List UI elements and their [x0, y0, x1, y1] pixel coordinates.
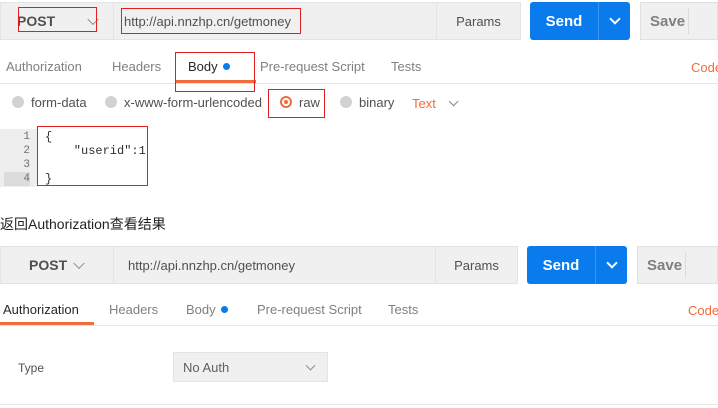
- tab-label: Tests: [388, 301, 419, 317]
- line-number: 1: [23, 131, 30, 143]
- method-label: POST: [29, 257, 68, 273]
- tab-tests[interactable]: Tests: [391, 58, 421, 74]
- code-link-bottom[interactable]: Code: [688, 303, 718, 318]
- send-label: Send: [542, 256, 580, 274]
- code-link[interactable]: Code: [691, 60, 718, 75]
- line-number: 2: [23, 145, 30, 157]
- tab-label: Tests: [391, 58, 422, 74]
- save-button-bottom[interactable]: Save: [637, 246, 718, 284]
- send-label: Send: [545, 12, 583, 30]
- save-divider: [688, 8, 689, 34]
- tabs-divider: [0, 83, 718, 84]
- chevron-down-icon: [73, 257, 85, 270]
- line-number: 3: [23, 159, 30, 171]
- chevron-down-icon: [305, 360, 316, 371]
- annotation-box-raw: [268, 89, 325, 118]
- radio-x-www-form-urlencoded[interactable]: x-www-form-urlencoded: [105, 94, 262, 110]
- send-dropdown-bottom[interactable]: [595, 246, 627, 284]
- tab-label: Authorization: [6, 58, 82, 74]
- tab-authorization[interactable]: Authorization: [6, 58, 82, 74]
- caption-text: 返回Authorization查看结果: [0, 216, 166, 232]
- auth-type-value: No Auth: [183, 359, 230, 375]
- tab-pre-request-script[interactable]: Pre-request Script: [260, 58, 365, 74]
- line-number: 4: [4, 172, 30, 186]
- tab-body-bottom[interactable]: Body: [186, 301, 228, 317]
- radio-label: form-data: [31, 94, 87, 110]
- send-dropdown[interactable]: [598, 2, 630, 40]
- radio-binary[interactable]: binary: [340, 94, 394, 110]
- params-button-bottom[interactable]: Params: [436, 246, 518, 284]
- radio-icon: [12, 96, 24, 108]
- save-label: Save: [647, 256, 683, 274]
- auth-type-select[interactable]: No Auth: [173, 352, 328, 382]
- tab-headers[interactable]: Headers: [112, 58, 161, 74]
- save-divider: [685, 252, 686, 278]
- send-button[interactable]: Send: [530, 2, 598, 40]
- radio-icon: [105, 96, 117, 108]
- radio-icon: [340, 96, 352, 108]
- params-label: Params: [456, 13, 501, 29]
- tabs-divider: [0, 325, 718, 326]
- tab-authorization-bottom[interactable]: Authorization: [3, 301, 79, 317]
- method-select-bottom[interactable]: POST: [0, 246, 113, 284]
- radio-label: binary: [359, 94, 395, 110]
- save-label: Save: [650, 12, 686, 30]
- annotation-box-url: [121, 8, 301, 34]
- annotation-box-body: [37, 126, 148, 186]
- content-type-label: Text: [412, 95, 436, 111]
- params-label: Params: [454, 257, 499, 273]
- content-type-select[interactable]: Text: [412, 95, 459, 111]
- radio-form-data[interactable]: form-data: [12, 94, 87, 110]
- annotation-box-method: [18, 7, 97, 32]
- editor-line-numbers: 1 2 3 4: [4, 130, 30, 186]
- radio-label: x-www-form-urlencoded: [124, 94, 262, 110]
- chevron-down-icon: [605, 257, 618, 269]
- send-button-bottom[interactable]: Send: [527, 246, 595, 284]
- tab-tests-bottom[interactable]: Tests: [388, 301, 418, 317]
- tab-label: Authorization: [3, 301, 79, 317]
- tab-label: Body: [186, 301, 216, 317]
- url-input-bottom[interactable]: http://api.nnzhp.cn/getmoney: [113, 246, 436, 284]
- type-label: Type: [18, 361, 45, 375]
- tab-label: Headers: [109, 301, 159, 317]
- tab-label: Headers: [112, 58, 162, 74]
- params-button[interactable]: Params: [437, 2, 521, 40]
- bottom-divider: [0, 404, 718, 405]
- tab-label: Pre-request Script: [257, 301, 362, 317]
- tab-label: Pre-request Script: [260, 58, 365, 74]
- url-text: http://api.nnzhp.cn/getmoney: [128, 257, 295, 273]
- save-button[interactable]: Save: [640, 2, 718, 40]
- chevron-down-icon: [448, 95, 459, 106]
- annotation-box-body-tab: [175, 52, 255, 92]
- modified-dot-icon: [220, 305, 228, 313]
- chevron-down-icon: [608, 13, 621, 25]
- tab-headers-bottom[interactable]: Headers: [109, 301, 158, 317]
- tab-pre-request-script-bottom[interactable]: Pre-request Script: [257, 301, 362, 317]
